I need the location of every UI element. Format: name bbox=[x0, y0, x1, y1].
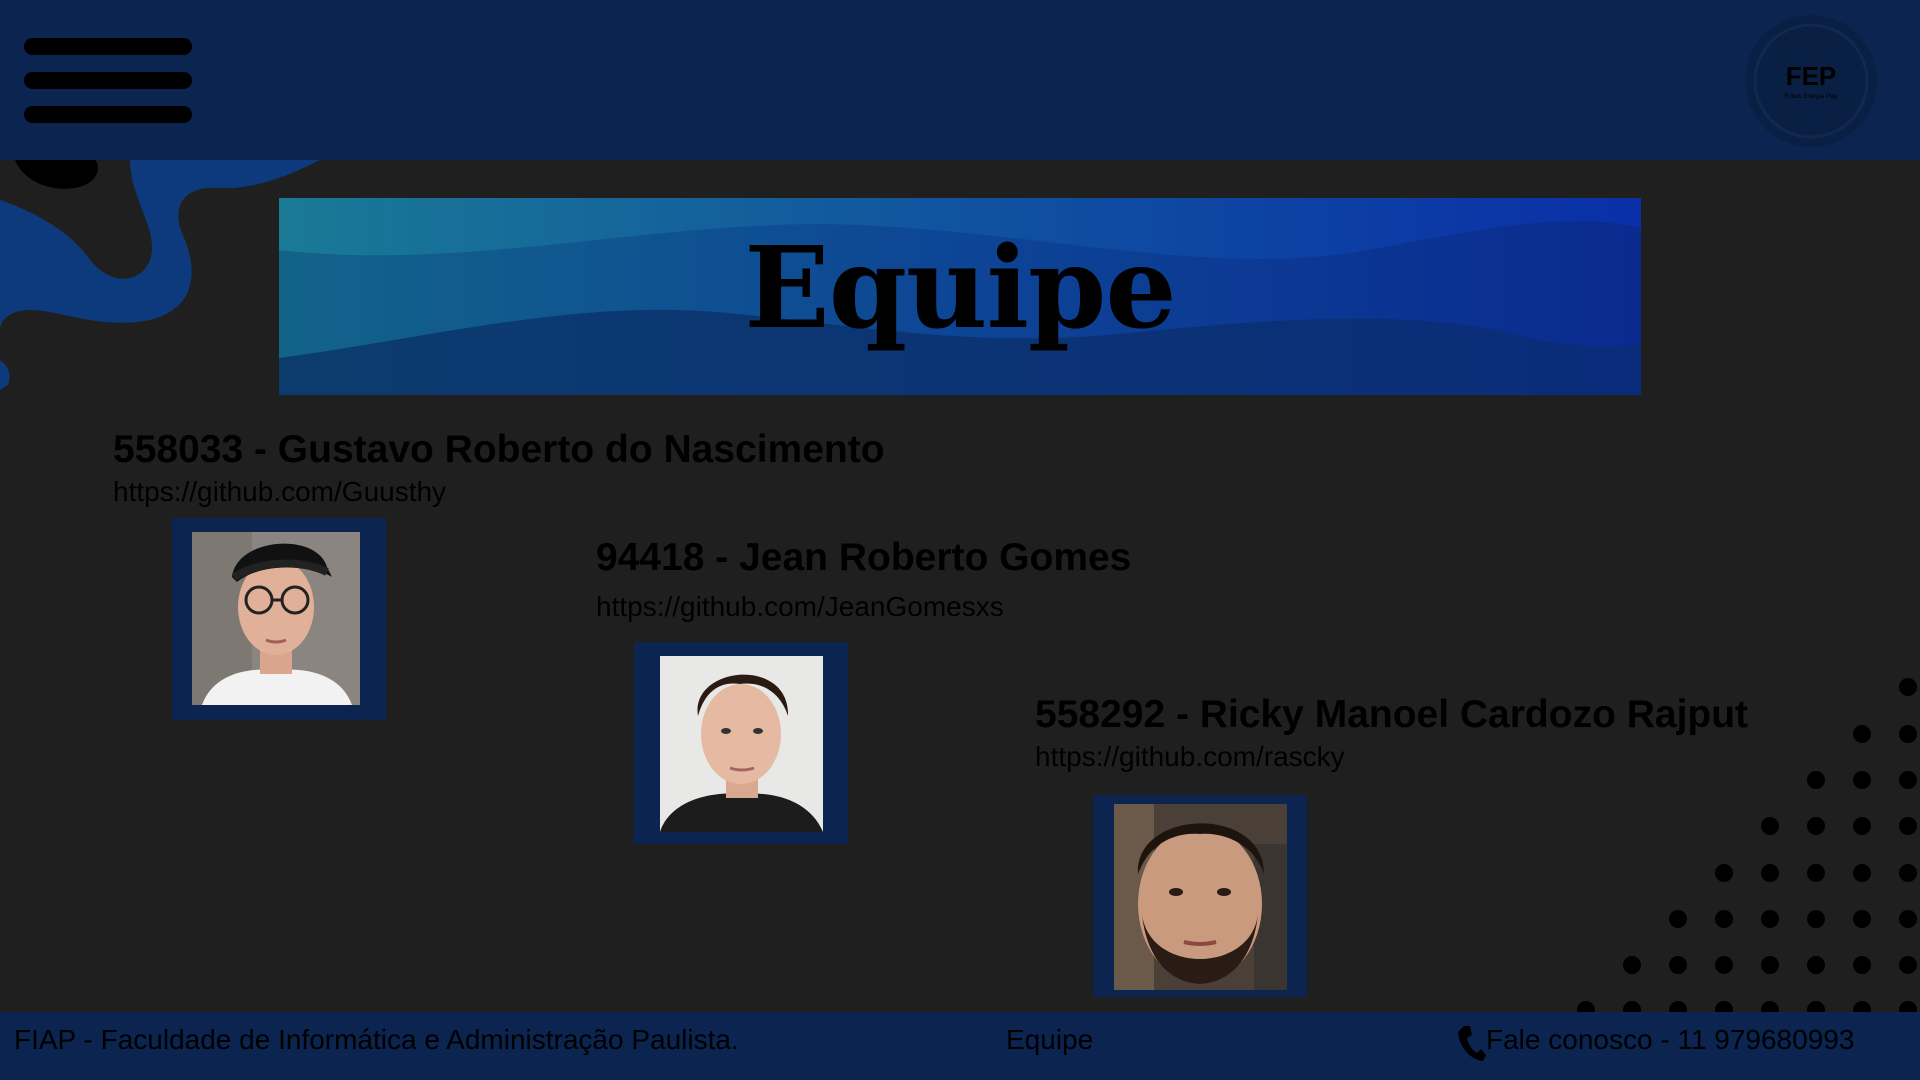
svg-text:Futuro Energia Play: Futuro Energia Play bbox=[1784, 94, 1837, 100]
member-photo-avatar bbox=[660, 656, 823, 832]
menu-button[interactable] bbox=[24, 38, 192, 124]
svg-text:FEP: FEP bbox=[1786, 61, 1837, 91]
member-name: 558033 - Gustavo Roberto do Nascimento bbox=[113, 428, 885, 471]
hamburger-menu-icon-bar bbox=[24, 106, 192, 123]
member-photo-avatar bbox=[192, 532, 360, 705]
member-name: 94418 - Jean Roberto Gomes bbox=[596, 536, 1132, 579]
footer-page-label: Equipe bbox=[1006, 1024, 1094, 1055]
member-photo-frame bbox=[172, 518, 386, 720]
top-header: FEP Futuro Energia Play bbox=[0, 0, 1920, 160]
member-name: 558292 - Ricky Manoel Cardozo Rajput bbox=[1035, 693, 1749, 736]
hamburger-menu-icon-bar bbox=[24, 72, 192, 89]
member-github-link[interactable]: https://github.com/Guusthy bbox=[113, 476, 446, 508]
footer-institution: FIAP - Faculdade de Informática e Admini… bbox=[14, 1024, 739, 1055]
page-title: Equipe bbox=[744, 223, 1176, 354]
member-photo-frame bbox=[634, 642, 848, 844]
phone-icon bbox=[1456, 1024, 1486, 1062]
member-github-link[interactable]: https://github.com/JeanGomesxs bbox=[596, 591, 1004, 623]
hamburger-menu-icon bbox=[24, 38, 192, 55]
page-title-banner: Equipe bbox=[279, 198, 1641, 395]
member-photo-frame bbox=[1093, 795, 1307, 997]
member-github-link[interactable]: https://github.com/rascky bbox=[1035, 741, 1345, 773]
member-photo-avatar bbox=[1114, 804, 1287, 990]
fep-logo[interactable]: FEP Futuro Energia Play bbox=[1744, 14, 1878, 148]
footer-contact-link[interactable]: Fale conosco - 11 979680993 bbox=[1486, 1024, 1854, 1056]
